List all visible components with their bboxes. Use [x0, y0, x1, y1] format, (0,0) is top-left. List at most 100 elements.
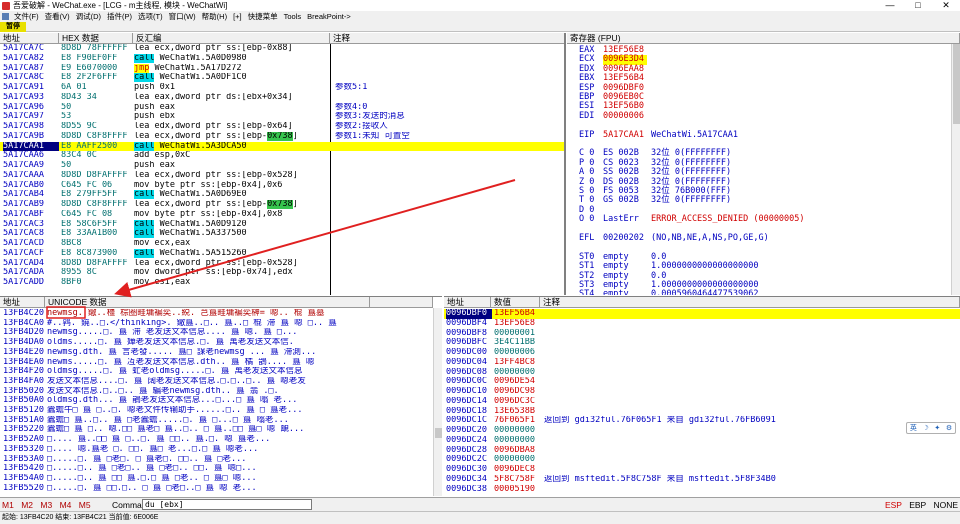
- disasm-row[interactable]: 5A17CADD 8BF0 mov esi,eax: [0, 278, 564, 288]
- registers-pane[interactable]: 寄存器 (FPU) EAX 13EF56E8 ECX 0096E3D4 EDX 0096E…: [567, 33, 960, 295]
- stack-row[interactable]: 0096DC30 0096DEC8: [444, 465, 960, 475]
- dump-row[interactable]: 13FB4C20 newmsg. 鏾..橿 棕圈畦墉褊奕..綐. 芑簋畦墉褊奕榊=…: [0, 309, 433, 319]
- stack-row[interactable]: 0096DBF8 00000001: [444, 329, 960, 339]
- disasm-row[interactable]: 5A17CA8C E8 2F2F6FFF call WeChatWi.5A0DF1C…: [0, 73, 564, 83]
- disasm-row[interactable]: 5A17CAC3 E8 58C6F5FF call WeChatWi.5A0D912…: [0, 219, 564, 230]
- dump-scrollbar[interactable]: [433, 308, 442, 496]
- menu-plus[interactable]: [+]: [230, 12, 245, 21]
- stack-row[interactable]: 0096DC34 5F8C758F 返回到 msftedit.5F8C758F 来自…: [444, 475, 960, 485]
- disasm-row[interactable]: 5A17CAB4 E8 279FF5FF call WeChatWi.5A0D69E…: [0, 190, 564, 200]
- tab-m4[interactable]: M4: [60, 500, 72, 510]
- stack-row[interactable]: 0096DC14 0096DC3C: [444, 397, 960, 407]
- dump-row[interactable]: 13FB4FA0 发送文本信息....□. 簋 阔老发送文本信息.□.□..□..…: [0, 377, 433, 387]
- menu-plugins[interactable]: 插件(P): [104, 11, 135, 22]
- disasm-row[interactable]: 5A17CAAA 8D8D D8FAFFFF lea ecx,dword ptr s…: [0, 171, 564, 181]
- disasm-row[interactable]: 5A17CACD 8BC8 mov ecx,eax: [0, 239, 564, 249]
- tab-m3[interactable]: M3: [40, 500, 52, 510]
- stack-row[interactable]: 0096DBFC 3E4C11BB: [444, 338, 960, 348]
- memory-dump-pane[interactable]: 地址 UNICODE 数据 13FB4C20 newmsg. 鏾..橿 棕圈畦墉褊…: [0, 296, 442, 496]
- register-value[interactable]: LastErr: [603, 214, 647, 225]
- col-header-comment[interactable]: 注释: [330, 33, 564, 44]
- command-input[interactable]: du [ebx]: [142, 499, 312, 510]
- disasm-row[interactable]: 5A17CACF E8 8C873900 call WeChatWi.5A51526…: [0, 248, 564, 259]
- register-value[interactable]: 00000006: [603, 111, 647, 122]
- disasm-row[interactable]: 5A17CABF C645 FC 08 mov byte ptr ss:[ebp-0…: [0, 210, 564, 220]
- disasm-row[interactable]: 5A17CA87 E9 E6070000 jmp WeChatWi.5A17D272: [0, 63, 564, 74]
- register-line[interactable]: O 0 LastErr ERROR_ACCESS_DENIED (00000005): [579, 214, 805, 225]
- register-line[interactable]: EDI 00000006: [579, 111, 651, 122]
- disasm-row[interactable]: 5A17CAC8 E8 33AA1B00 call WeChatWi.5A33750…: [0, 229, 564, 239]
- disasm-row[interactable]: 5A17CAB0 C645 FC 06 mov byte ptr ss:[ebp-0…: [0, 181, 564, 191]
- register-value[interactable]: GS 002B: [603, 196, 647, 206]
- stack-row[interactable]: 0096DC0C 0096DE54: [444, 377, 960, 387]
- stack-row[interactable]: 0096DC18 13E6538B: [444, 407, 960, 417]
- disasm-row[interactable]: 5A17CAD4 8D8D D8FAFFFF lea ecx,dword ptr s…: [0, 259, 564, 269]
- stack-pane[interactable]: 地址 数值 注释 0096DBF0 13EF56B4 0096DBF4 13EF56E…: [444, 296, 960, 496]
- dump-row[interactable]: 13FB54A0 □.....□.. 簋 □□ 簋.□.□ 簋 □老.. □ 簋□…: [0, 474, 433, 484]
- register-line[interactable]: EFL 00200202 (NO,NB,NE,A,NS,PO,GE,G): [579, 233, 769, 244]
- dump-row[interactable]: 13FB4F20 oldmsg.....□. 簋 虻老oldmsg.....□. …: [0, 367, 433, 377]
- tab-m1[interactable]: M1: [2, 500, 14, 510]
- disasm-row[interactable]: 5A17CADA 8955 8C mov dword ptr ss:[ebp-0x7…: [0, 268, 564, 278]
- register-value[interactable]: empty: [603, 290, 647, 295]
- none-button[interactable]: NONE: [933, 500, 958, 510]
- dump-header-unicode[interactable]: UNICODE 数据: [45, 297, 370, 308]
- dump-row[interactable]: 13FB4EA0 newms.....□. 簋 冱老发送文本信息.dth.. 簋 …: [0, 358, 433, 368]
- dump-row[interactable]: 13FB5220 蠹蟾□ 簋 □.. 嗯.□□ 簋老□ 簋..□.. □ 簋..□…: [0, 425, 433, 435]
- menu-help[interactable]: 帮助(H): [199, 11, 230, 22]
- stack-row[interactable]: 0096DC10 0096DC98: [444, 387, 960, 397]
- col-header-disasm[interactable]: 反汇编: [133, 33, 330, 44]
- menu-window[interactable]: 窗口(W): [166, 11, 199, 22]
- dump-row[interactable]: 13FB4E20 newmsg.dth. 簋 言老發..... 簋□ 謀老newm…: [0, 348, 433, 358]
- tab-m2[interactable]: M2: [21, 500, 33, 510]
- disasm-row[interactable]: 5A17CAA1 E8 AAFF2500 call WeChatWi.5A3DCA5…: [0, 141, 564, 152]
- stack-row[interactable]: 0096DC38 00005190: [444, 485, 960, 495]
- dump-header-address[interactable]: 地址: [0, 297, 45, 308]
- ime-toolbar[interactable]: 英 ☽ ✦ ⚙: [906, 422, 956, 434]
- register-value[interactable]: 00200202: [603, 233, 647, 244]
- disasm-row[interactable]: 5A17CA82 E8 F90EF0FF call WeChatWi.5A0D098…: [0, 53, 564, 64]
- dump-row[interactable]: 13FB5020 发送文本信息.□..□.. 簋 騙老newmsg.dth.. 簋…: [0, 387, 433, 397]
- stack-header-address[interactable]: 地址: [444, 297, 491, 308]
- dump-row[interactable]: 13FB50A0 oldmsg.dth... 簋 鵑老发送文本信息...□...□…: [0, 396, 433, 406]
- tab-m5[interactable]: M5: [79, 500, 91, 510]
- disasm-row[interactable]: 5A17CA91 6A 01 push 0x1 参数5:1: [0, 83, 564, 93]
- disasm-row[interactable]: 5A17CA97 53 push ebx 参数3:发送的消息: [0, 112, 564, 122]
- dump-row[interactable]: 13FB5520 □.....□. 簋 □□.□.. □ 簋 □老□..□ 簋 嗯…: [0, 484, 433, 494]
- register-value[interactable]: 5A17CAA1: [603, 130, 647, 141]
- disasm-row[interactable]: 5A17CA7C 8D8D 78FFFFFF lea ecx,dword ptr s…: [0, 44, 564, 54]
- disasm-row[interactable]: 5A17CA93 8D43 34 lea eax,dword ptr ds:[ebx…: [0, 93, 564, 103]
- stack-row[interactable]: 0096DC1C 76F065F1 返回到 gdi32ful.76F065F1 来自…: [444, 416, 960, 426]
- minimize-button[interactable]: —: [876, 0, 904, 11]
- dump-row[interactable]: 13FB4CA0 #..鹑. 鐃..□.</thinking>. 鏾簋..□.. …: [0, 319, 433, 329]
- disasm-row[interactable]: 5A17CA98 8D55 9C lea edx,dword ptr ss:[ebp…: [0, 122, 564, 132]
- stack-row[interactable]: 0096DC24 00000000: [444, 436, 960, 446]
- stack-row[interactable]: 0096DBF4 13EF56E8: [444, 319, 960, 329]
- dump-row[interactable]: 13FB53A0 □.....□. 簋 □老□. □ 簋老□. □□.. 簋 □老…: [0, 455, 433, 465]
- register-line[interactable]: T 0 GS 002B 32位 0(FFFFFFFF): [579, 195, 731, 206]
- menu-breakpoint[interactable]: BreakPoint->: [304, 12, 354, 21]
- stack-header-value[interactable]: 数值: [491, 297, 540, 308]
- disassembly-pane[interactable]: 地址 HEX 数据 反汇编 注释 5A17CA7C 8D8D 78FFFFFF le…: [0, 33, 566, 295]
- maximize-button[interactable]: □: [904, 0, 932, 11]
- menu-file[interactable]: 文件(F): [11, 11, 42, 22]
- register-line[interactable]: EIP 5A17CAA1 WeChatWi.5A17CAA1: [579, 130, 738, 141]
- stack-row[interactable]: 0096DC2C 00000000: [444, 455, 960, 465]
- stack-header-comment[interactable]: 注释: [540, 297, 960, 308]
- stack-row[interactable]: 0096DC28 0096DBA8: [444, 446, 960, 456]
- menu-view[interactable]: 查看(V): [42, 11, 73, 22]
- registers-scrollbar[interactable]: [951, 44, 960, 295]
- dump-row[interactable]: 13FB52A0 □.... 簋..□□ 簋 □..□. 簋 □□.. 簋.□. …: [0, 435, 433, 445]
- disasm-row[interactable]: 5A17CAB9 8D8D C8F8FFFF lea ecx,dword ptr s…: [0, 200, 564, 210]
- menu-debug[interactable]: 调试(D): [73, 11, 104, 22]
- stack-row[interactable]: 0096DC04 13FF4BC8: [444, 358, 960, 368]
- dump-row[interactable]: 13FB51A0 蠹蟾□ 簋..□.. 簋 □老蠹蟾.....□. 簋 □...□…: [0, 416, 433, 426]
- ebp-button[interactable]: EBP: [909, 500, 926, 510]
- dump-row[interactable]: 13FB5320 □.... 嗯.簋老 □. □□. 簋□ 老...□.□ 簋 嗯…: [0, 445, 433, 455]
- disasm-row[interactable]: 5A17CAA6 83C4 0C add esp,0xC: [0, 151, 564, 161]
- stack-row[interactable]: 0096DBF0 13EF56B4: [444, 309, 960, 319]
- disasm-row[interactable]: 5A17CAA9 50 push eax: [0, 161, 564, 171]
- dump-row[interactable]: 13FB4D20 newmsg.....□. 簋 滞 老发送文本信息.... 簋 …: [0, 328, 433, 338]
- dump-row[interactable]: 13FB5120 蠹蟾牛□ 簋 □..□. 嗯老文件传输助手......□.. 簋…: [0, 406, 433, 416]
- col-header-address[interactable]: 地址: [0, 33, 59, 44]
